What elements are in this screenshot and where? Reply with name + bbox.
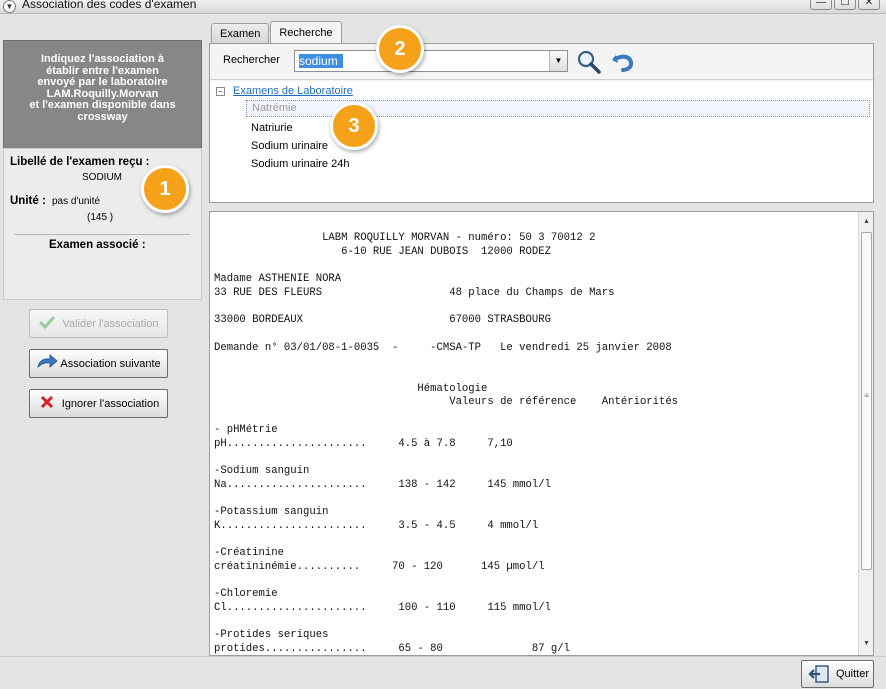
search-bar: Rechercher ▼ <box>210 44 873 80</box>
instruction-box: Indiquez l'association à établir entre l… <box>3 40 202 153</box>
quit-label: Quitter <box>836 668 870 680</box>
search-icon[interactable] <box>576 49 602 75</box>
validate-association-button[interactable]: Valider l'association <box>29 309 168 338</box>
unit-label: Unité : <box>10 195 46 207</box>
scroll-up-icon[interactable]: ▲ <box>859 218 873 225</box>
divider <box>14 234 190 235</box>
footer-bar: Quitter <box>0 656 886 689</box>
received-exam-value: SODIUM <box>82 172 122 183</box>
tab-bar: Examen Recherche <box>211 21 343 43</box>
tab-recherche[interactable]: Recherche <box>270 21 342 43</box>
window-edge <box>878 15 886 656</box>
ignore-association-button[interactable]: Ignorer l'association <box>29 389 168 418</box>
search-panel: Rechercher ▼ − Examens de Laboratoire Na… <box>209 43 874 203</box>
undo-icon[interactable] <box>610 49 636 75</box>
chevron-down-icon[interactable]: ▼ <box>549 51 567 71</box>
ignore-association-label: Ignorer l'association <box>61 397 160 410</box>
tab-examen[interactable]: Examen <box>211 23 270 43</box>
tree-item-sodium-urinaire-24h[interactable]: Sodium urinaire 24h <box>251 158 349 170</box>
title-bar: ▼ Association des codes d'examen — ☐ ✕ <box>0 0 886 14</box>
grip-icon: ≡ <box>864 391 869 400</box>
search-label: Rechercher <box>223 54 280 66</box>
report-scrollbar[interactable]: ▲ ≡ ▼ <box>858 212 873 655</box>
lab-report-text: LABM ROQUILLY MORVAN - numéro: 50 3 7001… <box>214 232 679 656</box>
callout-badge-1: 1 <box>141 165 189 213</box>
callout-badge-3: 3 <box>330 102 378 150</box>
window-title: Association des codes d'examen <box>22 0 197 11</box>
close-button[interactable]: ✕ <box>858 0 880 10</box>
quit-button[interactable]: Quitter <box>801 660 874 688</box>
instruction-line: Indiquez l'association à <box>40 53 165 65</box>
unit-value: pas d'unité <box>52 196 101 207</box>
instruction-line: crossway <box>77 110 128 123</box>
validate-association-label: Valider l'association <box>62 317 159 330</box>
result-count-value: (145 ) <box>87 212 114 223</box>
instruction-line: et l'examen disponible dans <box>29 99 176 111</box>
tree-item-sodium-urinaire[interactable]: Sodium urinaire <box>251 140 328 152</box>
check-icon <box>34 315 60 333</box>
next-association-button[interactable]: Association suivante <box>29 349 168 378</box>
exam-tree: − Examens de Laboratoire Natrémie Natriu… <box>210 81 873 202</box>
tree-root[interactable]: − Examens de Laboratoire <box>216 85 353 97</box>
panel-splitter[interactable] <box>209 203 874 211</box>
window-controls: — ☐ ✕ <box>808 0 880 10</box>
maximize-button[interactable]: ☐ <box>834 0 856 10</box>
collapse-icon[interactable]: − <box>216 86 225 96</box>
forward-arrow-icon <box>34 353 60 374</box>
left-panel: Indiquez l'association à établir entre l… <box>0 15 205 655</box>
scroll-down-icon[interactable]: ▼ <box>859 640 873 647</box>
scroll-thumb[interactable] <box>861 232 872 570</box>
exit-icon <box>808 665 830 683</box>
tree-root-label[interactable]: Examens de Laboratoire <box>233 85 353 97</box>
minimize-button[interactable]: — <box>810 0 832 10</box>
search-combobox[interactable]: ▼ <box>294 50 568 72</box>
associated-exam-label: Examen associé : <box>49 239 146 251</box>
instruction-line: envoyé par le laboratoire <box>37 76 168 88</box>
callout-badge-2: 2 <box>376 25 424 73</box>
cross-icon <box>34 395 60 413</box>
received-exam-label: Libellé de l'examen reçu : <box>10 156 150 168</box>
next-association-label: Association suivante <box>60 357 161 370</box>
window-menu-icon[interactable]: ▼ <box>3 0 16 13</box>
tree-item-natriurie[interactable]: Natriurie <box>251 122 293 134</box>
lab-report-panel: LABM ROQUILLY MORVAN - numéro: 50 3 7001… <box>209 211 874 656</box>
